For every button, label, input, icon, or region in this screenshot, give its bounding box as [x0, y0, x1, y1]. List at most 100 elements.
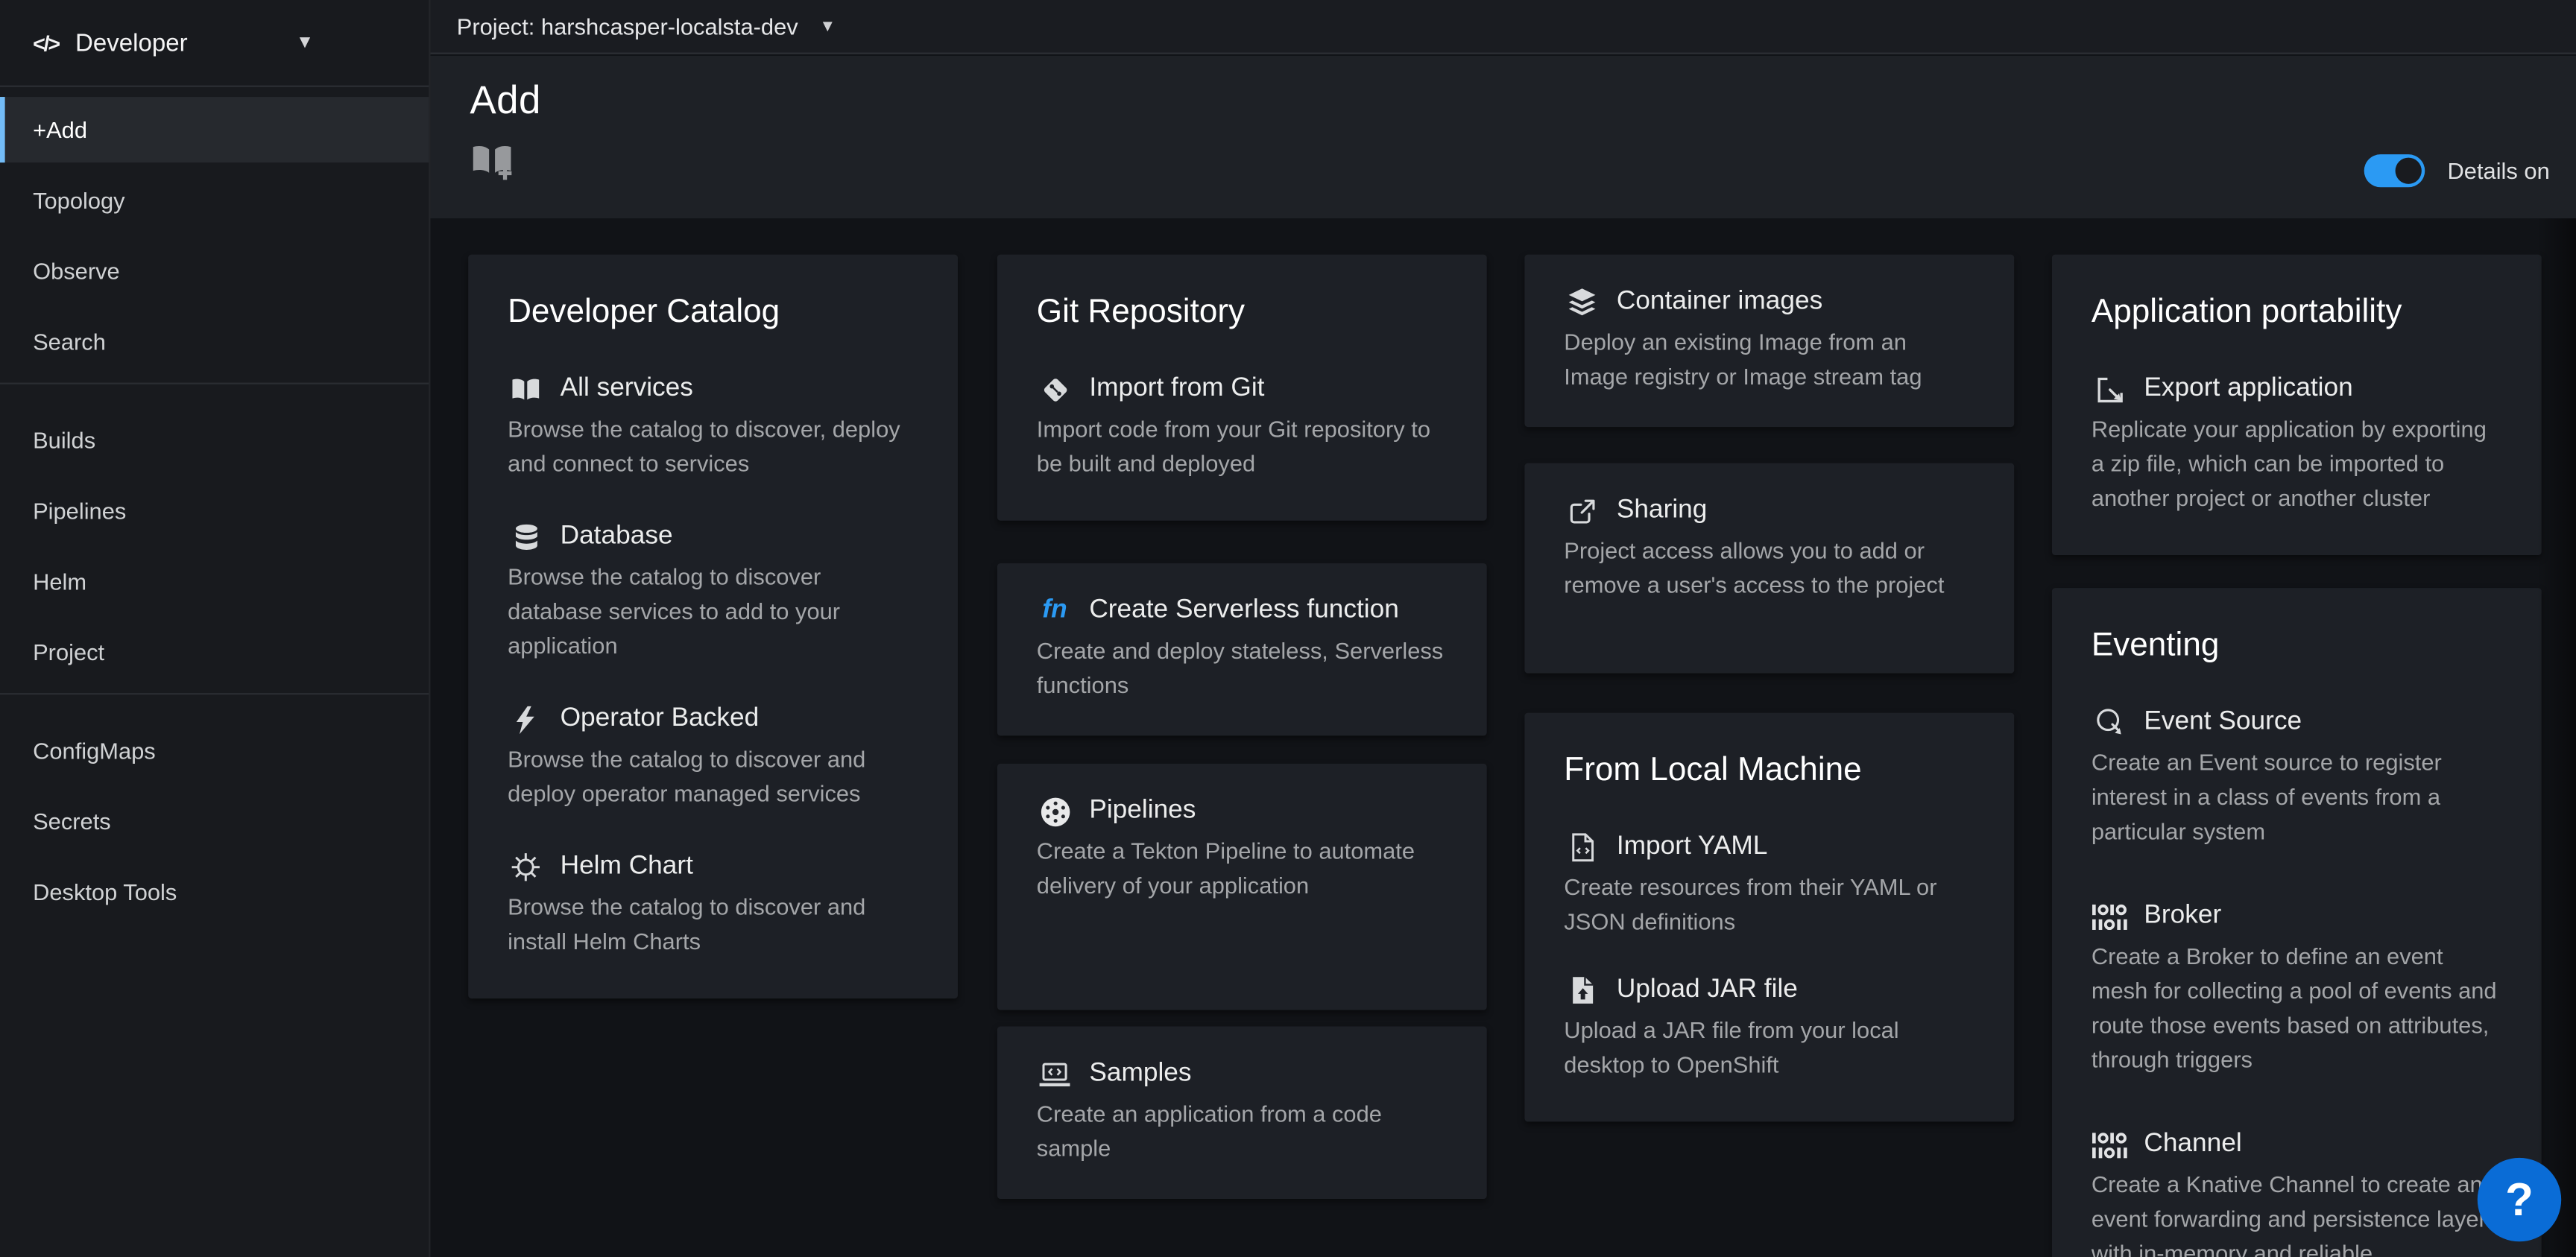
chevron-down-icon: ▼	[819, 17, 836, 35]
card-pipelines[interactable]: PipelinesCreate a Tekton Pipeline to aut…	[997, 764, 1487, 1010]
item-description: Browse the catalog to discover database …	[508, 560, 918, 664]
item-description: Browse the catalog to discover and deplo…	[508, 742, 918, 811]
fn-icon: fn	[1037, 596, 1073, 626]
sidebar-item-helm[interactable]: Helm	[0, 548, 429, 614]
item-link-upload-jar-file[interactable]: Upload JAR file	[1564, 975, 1974, 1005]
card-title: Developer Catalog	[508, 294, 918, 332]
database-icon	[508, 522, 543, 552]
item-link-event-source[interactable]: Event Source	[2092, 708, 2502, 738]
item-link-broker[interactable]: Broker	[2092, 902, 2502, 931]
sidebar-item-project[interactable]: Project	[0, 619, 429, 685]
card-app-portability: Application portabilityExport applicatio…	[2052, 255, 2542, 555]
item-description: Deploy an existing Image from an Image r…	[1564, 325, 1974, 394]
catalog-item-channel: Channel Create a Knative Channel to creat…	[2092, 1130, 2502, 1257]
item-link-operator-backed[interactable]: Operator Backed	[508, 705, 918, 735]
item-link-all-services[interactable]: All services	[508, 375, 918, 405]
card-container-images[interactable]: Container images Deploy an existing Image…	[1524, 255, 2014, 427]
item-link-database[interactable]: Database	[508, 522, 918, 552]
details-toggle-group: Details on	[2364, 154, 2550, 187]
catalog-item-import-yaml: Import YAMLCreate resources from their Y…	[1564, 832, 1974, 939]
item-title: Create Serverless function	[1089, 596, 1399, 626]
card-eventing: EventingEvent SourceCreate an Event sour…	[2052, 588, 2542, 1257]
item-title: Import from Git	[1089, 375, 1264, 405]
perspective-switcher[interactable]: </> Developer ▼	[0, 0, 429, 87]
sidebar-item-builds[interactable]: Builds	[0, 408, 429, 473]
event-source-icon	[2092, 708, 2127, 738]
project-selector-label: Project: harshcasper-localsta-dev	[457, 13, 798, 39]
item-link-import-from-git[interactable]: Import from Git	[1037, 375, 1448, 405]
sidebar-item-search[interactable]: Search	[0, 308, 429, 374]
item-title: Import YAML	[1617, 832, 1768, 862]
book-open-icon	[508, 375, 543, 405]
project-selector[interactable]: Project: harshcasper-localsta-dev ▼	[430, 0, 2576, 54]
sidebar-item-add[interactable]: +Add	[0, 97, 429, 162]
catalog-item-samples: SamplesCreate an application from a code…	[1037, 1060, 1448, 1166]
toggle-knob	[2395, 158, 2421, 184]
item-title: Container images	[1617, 288, 1822, 317]
item-title: Event Source	[2144, 708, 2302, 738]
card-title: From Local Machine	[1564, 752, 1974, 790]
catalog-item-create-serverless-function: fnCreate Serverless functionCreate and d…	[1037, 596, 1448, 703]
catalog-item-container-images: Container images Deploy an existing Image…	[1564, 288, 1974, 394]
item-description: Import code from your Git repository to …	[1037, 412, 1448, 481]
item-title: All services	[561, 375, 693, 405]
item-link-container-images[interactable]: Container images	[1564, 288, 1974, 317]
guided-tour-book-plus-icon[interactable]	[470, 143, 514, 183]
openshift-developer-add-page: </> Developer ▼ +AddTopologyObserveSearc…	[0, 0, 2576, 1257]
sidebar-item-configmaps[interactable]: ConfigMaps	[0, 718, 429, 783]
git-icon	[1037, 375, 1073, 405]
help-button[interactable]: ?	[2478, 1158, 2561, 1241]
catalog-item-event-source: Event Source Create an Event source to re…	[2092, 708, 2502, 849]
card-serverless[interactable]: fnCreate Serverless functionCreate and d…	[997, 563, 1487, 735]
export-icon	[2092, 375, 2127, 405]
item-link-helm-chart[interactable]: Helm Chart	[508, 852, 918, 882]
item-title: Database	[561, 522, 673, 552]
sidebar-item-pipelines[interactable]: Pipelines	[0, 478, 429, 543]
sidebar-item-desktop-tools[interactable]: Desktop Tools	[0, 859, 429, 925]
catalog-item-all-services: All services Browse the catalog to discov…	[508, 375, 918, 481]
catalog-item-export-application: Export applicationReplicate your applica…	[2092, 375, 2502, 516]
catalog-item-upload-jar-file: Upload JAR file Upload a JAR file from yo…	[1564, 975, 1974, 1082]
item-link-sharing[interactable]: Sharing	[1564, 496, 1974, 526]
item-link-samples[interactable]: Samples	[1037, 1060, 1448, 1089]
item-link-import-yaml[interactable]: Import YAML	[1564, 832, 1974, 862]
sidebar-item-observe[interactable]: Observe	[0, 238, 429, 304]
item-title: Channel	[2144, 1130, 2241, 1159]
item-description: Browse the catalog to discover, deploy a…	[508, 412, 918, 481]
item-description: Upload a JAR file from your local deskto…	[1564, 1013, 1974, 1083]
item-link-export-application[interactable]: Export application	[2092, 375, 2502, 405]
tekton-icon	[1037, 797, 1073, 826]
helm-icon	[508, 852, 543, 882]
card-sharing[interactable]: Sharing Project access allows you to add …	[1524, 463, 2014, 674]
page-header: Add Details on	[430, 56, 2576, 218]
perspective-label: Developer	[75, 29, 188, 57]
item-title: Export application	[2144, 375, 2352, 405]
item-link-create-serverless-function[interactable]: fn Create Serverless function	[1037, 596, 1448, 626]
item-description: Create a Knative Channel to create an ev…	[2092, 1168, 2502, 1257]
item-link-pipelines[interactable]: Pipelines	[1037, 797, 1448, 826]
nav-group-divider	[0, 693, 429, 694]
card-title: Git Repository	[1037, 294, 1448, 332]
file-code-icon	[1564, 832, 1600, 862]
code-icon: </>	[33, 31, 59, 55]
file-upload-icon	[1564, 975, 1600, 1005]
item-description: Create a Broker to define an event mesh …	[2092, 940, 2502, 1077]
item-title: Pipelines	[1089, 797, 1196, 826]
sidebar-item-secrets[interactable]: Secrets	[0, 788, 429, 854]
nav-group: ConfigMapsSecretsDesktop Tools	[0, 708, 429, 925]
binary-icon	[2092, 902, 2127, 931]
nav-group-divider	[0, 383, 429, 384]
chevron-down-icon: ▼	[296, 33, 314, 52]
catalog-item-database: Database Browse the catalog to discover d…	[508, 522, 918, 664]
item-link-channel[interactable]: Channel	[2092, 1130, 2502, 1159]
card-samples[interactable]: SamplesCreate an application from a code…	[997, 1027, 1487, 1199]
page-title: Add	[470, 79, 540, 125]
catalog-item-operator-backed: Operator Backed Browse the catalog to dis…	[508, 705, 918, 811]
card-git-repository: Git Repository Import from Git Import code…	[997, 255, 1487, 521]
details-toggle[interactable]	[2364, 154, 2425, 187]
item-description: Project access allows you to add or remo…	[1564, 533, 1974, 603]
item-title: Helm Chart	[561, 852, 693, 882]
layers-icon	[1564, 288, 1600, 317]
item-description: Create an Event source to register inter…	[2092, 746, 2502, 849]
sidebar-item-topology[interactable]: Topology	[0, 168, 429, 233]
